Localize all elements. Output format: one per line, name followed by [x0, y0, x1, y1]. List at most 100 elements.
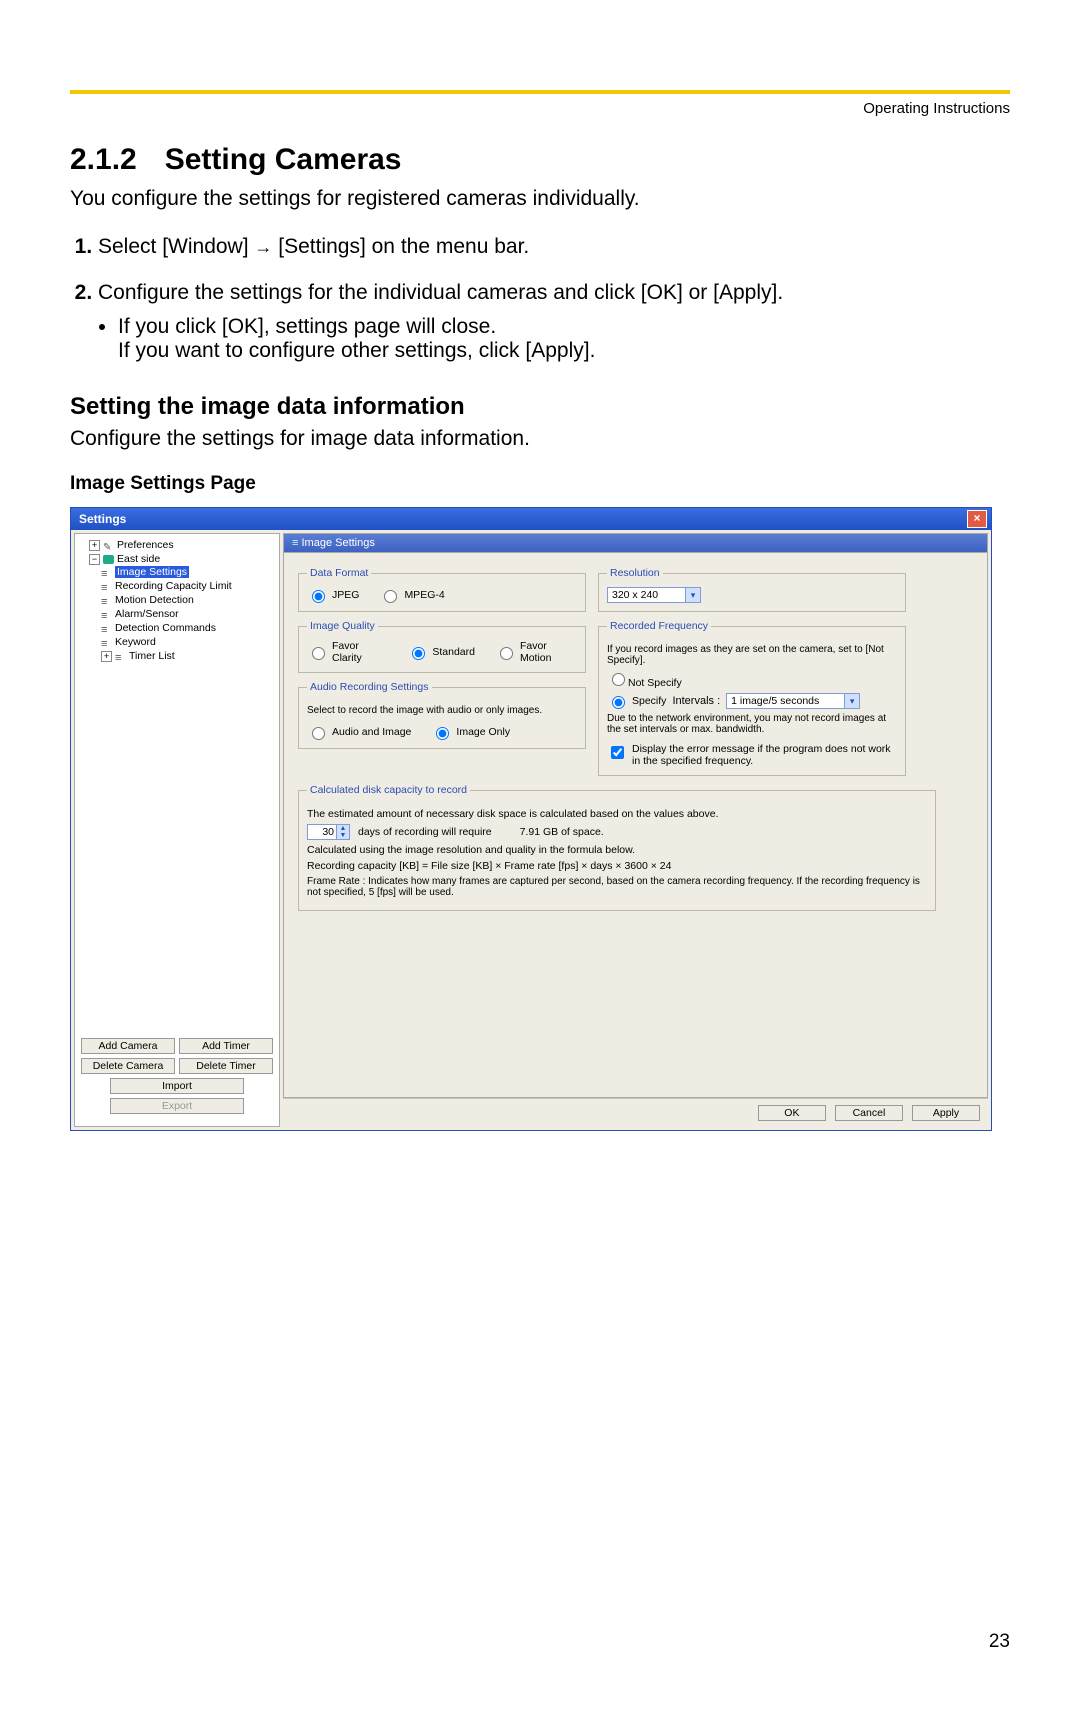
left-button-area: Add Camera Add Timer Delete Camera Delet… [79, 1032, 275, 1120]
section-number: 2.1.2 [70, 143, 137, 176]
tree-pane: +Preferences −East side Image Settings R… [74, 533, 280, 1127]
check-display-error[interactable]: Display the error message if the program… [607, 743, 897, 767]
add-camera-button[interactable]: Add Camera [81, 1038, 175, 1054]
radio-standard[interactable]: Standard [407, 640, 475, 664]
legend-data-format: Data Format [307, 567, 371, 579]
calc-formula: Recording capacity [KB] = File size [KB]… [307, 860, 927, 872]
close-button[interactable]: × [967, 510, 987, 528]
titlebar: Settings × [71, 508, 991, 530]
radio-standard-input[interactable] [412, 647, 425, 660]
header-right: Operating Instructions [70, 100, 1010, 117]
days-spinner[interactable]: ▲▼ [307, 824, 350, 840]
bottom-bar: OK Cancel Apply [283, 1098, 988, 1127]
spinner-down-icon[interactable]: ▼ [337, 832, 349, 839]
apply-button[interactable]: Apply [912, 1105, 980, 1121]
tree-motion-detection[interactable]: Motion Detection [101, 593, 277, 607]
page-number: 23 [70, 1631, 1010, 1653]
gb-text: 7.91 GB of space. [520, 826, 604, 838]
import-button[interactable]: Import [110, 1078, 244, 1094]
subheading: Setting the image data information [70, 393, 1010, 421]
window-title: Settings [79, 512, 126, 526]
radio-not-specify[interactable]: Not Specify [607, 670, 897, 689]
group-audio-recording: Audio Recording Settings Select to recor… [298, 681, 586, 749]
radio-specify[interactable]: Specify [607, 693, 666, 709]
radio-image-only[interactable]: Image Only [431, 724, 510, 740]
tree-image-settings[interactable]: Image Settings [101, 565, 277, 579]
camera-icon [103, 555, 114, 564]
steps-list: Select [Window] → [Settings] on the menu… [70, 235, 1010, 363]
freq-note2: Due to the network environment, you may … [607, 713, 897, 735]
step-2: Configure the settings for the individua… [98, 281, 1010, 363]
radio-audio-image-input[interactable] [312, 727, 325, 740]
step-2-bullet: If you click [OK], settings page will cl… [118, 315, 1010, 363]
legend-calculated: Calculated disk capacity to record [307, 784, 470, 796]
delete-timer-button[interactable]: Delete Timer [179, 1058, 273, 1074]
list-icon [101, 596, 112, 605]
legend-recorded-frequency: Recorded Frequency [607, 620, 711, 632]
list-icon [101, 624, 112, 633]
delete-camera-button[interactable]: Delete Camera [81, 1058, 175, 1074]
radio-image-only-input[interactable] [436, 727, 449, 740]
radio-favor-motion[interactable]: Favor Motion [495, 640, 577, 664]
spinner-up-icon[interactable]: ▲ [337, 825, 349, 832]
radio-specify-input[interactable] [612, 696, 625, 709]
chevron-down-icon: ▾ [844, 694, 859, 708]
chevron-down-icon: ▾ [685, 588, 700, 602]
check-display-error-input[interactable] [611, 746, 624, 759]
list-icon [101, 582, 112, 591]
radio-audio-image[interactable]: Audio and Image [307, 724, 411, 740]
radio-clarity-input[interactable] [312, 647, 325, 660]
radio-jpeg[interactable]: JPEG [307, 587, 359, 603]
cancel-button[interactable]: Cancel [835, 1105, 903, 1121]
intervals-select[interactable]: 1 image/5 seconds ▾ [726, 693, 860, 709]
tree-preferences[interactable]: +Preferences [89, 538, 277, 552]
list-icon [101, 568, 112, 577]
color-divider [70, 90, 1010, 94]
tree-timer-list[interactable]: +Timer List [101, 649, 277, 663]
days-input[interactable] [308, 825, 336, 839]
ok-button[interactable]: OK [758, 1105, 826, 1121]
freq-note1: If you record images as they are set on … [607, 644, 897, 666]
radio-mpeg4-input[interactable] [384, 590, 397, 603]
intro-paragraph: You configure the settings for registere… [70, 187, 1010, 211]
figure-caption: Image Settings Page [70, 473, 1010, 495]
group-image-quality: Image Quality Favor Clarity Standard Fav… [298, 620, 586, 673]
radio-mpeg4[interactable]: MPEG-4 [379, 587, 444, 603]
tree-recording-capacity[interactable]: Recording Capacity Limit [101, 579, 277, 593]
calc-framerate-note: Frame Rate : Indicates how many frames a… [307, 876, 927, 898]
radio-motion-input[interactable] [500, 647, 513, 660]
tab-header: Image Settings [283, 533, 988, 552]
legend-audio: Audio Recording Settings [307, 681, 432, 693]
export-button[interactable]: Export [110, 1098, 244, 1114]
list-icon [101, 638, 112, 647]
group-resolution: Resolution 320 x 240 ▾ [598, 567, 906, 612]
add-timer-button[interactable]: Add Timer [179, 1038, 273, 1054]
tree-camera[interactable]: −East side Image Settings Recording Capa… [89, 552, 277, 664]
calc-line1: The estimated amount of necessary disk s… [307, 808, 927, 820]
resolution-select[interactable]: 320 x 240 ▾ [607, 587, 701, 603]
list-icon [115, 652, 126, 661]
group-calculated-capacity: Calculated disk capacity to record The e… [298, 784, 936, 911]
days-text: days of recording will require [358, 826, 492, 838]
radio-jpeg-input[interactable] [312, 590, 325, 603]
list-icon [101, 610, 112, 619]
step-1: Select [Window] → [Settings] on the menu… [98, 235, 1010, 259]
tree-alarm-sensor[interactable]: Alarm/Sensor [101, 607, 277, 621]
arrow-icon: → [254, 237, 272, 257]
section-heading: 2.1.2 Setting Cameras [70, 143, 1010, 177]
tree-detection-commands[interactable]: Detection Commands [101, 621, 277, 635]
section-title: Setting Cameras [165, 143, 402, 176]
radio-not-specify-input[interactable] [612, 673, 625, 686]
calc-line3: Calculated using the image resolution an… [307, 844, 927, 856]
right-pane: Image Settings Data Format JPEG MPEG-4 [283, 533, 988, 1127]
legend-image-quality: Image Quality [307, 620, 378, 632]
group-recorded-frequency: Recorded Frequency If you record images … [598, 620, 906, 776]
intervals-label: Intervals : [672, 695, 720, 707]
settings-content: Data Format JPEG MPEG-4 Image Quality Fa… [283, 552, 988, 1098]
tree-keyword[interactable]: Keyword [101, 635, 277, 649]
audio-intro: Select to record the image with audio or… [307, 705, 577, 716]
radio-favor-clarity[interactable]: Favor Clarity [307, 640, 387, 664]
group-data-format: Data Format JPEG MPEG-4 [298, 567, 586, 612]
settings-window: Settings × +Preferences −East side Image… [70, 507, 992, 1131]
legend-resolution: Resolution [607, 567, 663, 579]
